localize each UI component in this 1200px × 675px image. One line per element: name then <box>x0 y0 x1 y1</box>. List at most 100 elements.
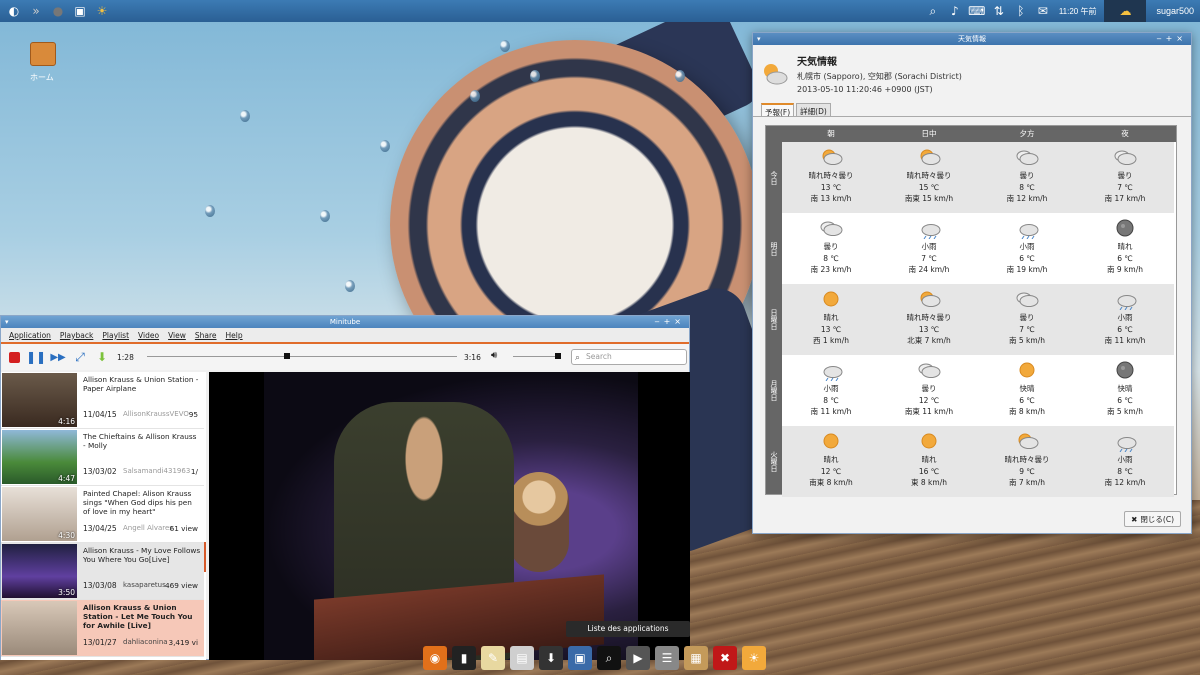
volume-handle[interactable] <box>555 353 561 359</box>
player-titlebar[interactable]: ▾ Minitube ‒+× <box>1 316 689 328</box>
firefox-icon[interactable]: ◉ <box>423 646 447 670</box>
search-input[interactable]: ⌕ Search <box>571 349 687 365</box>
menu-share[interactable]: Share <box>195 331 217 340</box>
video-frame <box>264 372 638 660</box>
menu-playback[interactable]: Playback <box>60 331 93 340</box>
dot-icon[interactable]: ● <box>50 3 66 19</box>
forecast-cell: 晴れ 16 ℃ 東 8 km/h <box>880 426 978 497</box>
menu-video[interactable]: Video <box>138 331 159 340</box>
volume-icon[interactable]: 🔊︎ <box>491 350 497 361</box>
playlist-item[interactable]: Allison Krauss & Union Station - Let Me … <box>1 600 206 657</box>
volume-slider[interactable] <box>513 353 561 359</box>
close-button-label: 閉じる(C) <box>1140 514 1174 524</box>
playlist-scrollbar[interactable] <box>204 372 206 660</box>
video-channel[interactable]: dahliaconina <box>123 638 168 646</box>
fullscreen-button[interactable]: ⤢ <box>73 350 87 364</box>
forecast-column-label: 朝 <box>827 129 835 138</box>
player-toolbar: ❚❚ ▶▶ ⤢ ⬇ 1:28 3:16 🔊︎ ⌕ Search <box>1 344 689 370</box>
window-controls[interactable]: ‒+× <box>1157 33 1188 45</box>
window-controls[interactable]: ‒+× <box>655 316 686 328</box>
home-folder-label[interactable]: ホーム <box>30 72 54 83</box>
download-icon[interactable]: ⬇ <box>539 646 563 670</box>
scrollbar-handle[interactable] <box>204 542 206 572</box>
stop-button[interactable] <box>7 350 21 364</box>
bluetooth-icon[interactable]: ᛒ <box>1013 3 1029 19</box>
video-views: 95 <box>188 410 198 419</box>
media-icon[interactable]: ▶ <box>626 646 650 670</box>
video-thumbnail[interactable]: 4:30 <box>2 487 77 541</box>
user-name[interactable]: sugar500 <box>1156 6 1194 16</box>
network-icon[interactable]: ⇅ <box>991 3 1007 19</box>
close-icon[interactable]: ✖ <box>713 646 737 670</box>
forecast-wind: 南 23 km/h <box>810 265 852 274</box>
video-thumbnail[interactable] <box>2 601 77 655</box>
forecast-temperature: 13 ℃ <box>820 182 842 192</box>
download-button[interactable]: ⬇ <box>95 350 109 364</box>
tab-details[interactable]: 詳細(D) <box>796 103 831 116</box>
seek-handle[interactable] <box>283 353 290 359</box>
home-folder-icon[interactable] <box>30 42 56 66</box>
forecast-wind: 南 13 km/h <box>810 194 852 203</box>
terminal-icon[interactable]: ▮ <box>452 646 476 670</box>
playlist-item[interactable]: 4:47 The Chieftains & Allison Krauss - Mo… <box>1 429 206 486</box>
volume-icon[interactable]: ♪ <box>947 3 963 19</box>
mail-icon[interactable]: ✉ <box>1035 3 1051 19</box>
weather-icon[interactable]: ☀ <box>742 646 766 670</box>
search-icon[interactable]: ⌕ <box>925 3 941 19</box>
forecast-column-label: 夜 <box>1121 129 1129 138</box>
skip-icon: ▶▶ <box>50 351 66 363</box>
forecast-wind: 南 11 km/h <box>1104 336 1146 345</box>
video-figure <box>509 472 569 572</box>
weather-icon[interactable]: ☀ <box>94 3 110 19</box>
video-channel[interactable]: AllisonKraussVEVO <box>123 410 189 418</box>
video-thumbnail[interactable]: 4:47 <box>2 430 77 484</box>
playlist-item[interactable]: 3:50 Allison Krauss - My Love Follows You… <box>1 543 206 600</box>
seek-slider[interactable] <box>147 353 457 359</box>
window-menu-icon[interactable]: ▾ <box>757 33 761 45</box>
tab-forecast[interactable]: 予報(F) <box>761 103 795 117</box>
keyboard-icon[interactable]: ⌨ <box>968 3 985 19</box>
forecast-temperature: 16 ℃ <box>918 466 940 476</box>
weather-indicator[interactable]: ☁ <box>1104 0 1147 22</box>
close-button[interactable]: ✖ 閉じる(C) <box>1124 511 1181 527</box>
video-duration: 4:16 <box>58 417 75 426</box>
video-thumbnail[interactable]: 4:16 <box>2 373 77 427</box>
menu-help[interactable]: Help <box>226 331 243 340</box>
menu-playlist[interactable]: Playlist <box>102 331 129 340</box>
window-menu-icon[interactable]: ▾ <box>5 316 9 328</box>
mixer-icon[interactable]: ☰ <box>655 646 679 670</box>
video-channel[interactable]: kasaparetus <box>123 581 166 589</box>
clock[interactable]: 11:20 午前 <box>1059 6 1097 17</box>
pause-button[interactable]: ❚❚ <box>26 350 46 364</box>
video-title: Allison Krauss & Union Station - Let Me … <box>83 603 193 630</box>
menu-logo-icon[interactable]: ◐ <box>6 3 22 19</box>
forecast-wind: 南 5 km/h <box>1009 336 1045 345</box>
forecast-day-label: 日曜日 <box>770 309 778 330</box>
image-viewer-icon[interactable]: ▣ <box>72 3 88 19</box>
forecast-condition: 晴れ <box>823 455 839 464</box>
weather-titlebar[interactable]: ▾ 天気情報 ‒+× <box>753 33 1191 45</box>
menu-view[interactable]: View <box>168 331 186 340</box>
playlist-item[interactable]: 4:16 Allison Krauss & Union Station - Pap… <box>1 372 206 429</box>
file-cabinet-icon[interactable]: ▤ <box>510 646 534 670</box>
forecast-cell: 晴れ時々曇り 13 ℃ 南 13 km/h <box>782 142 880 213</box>
cloudy-icon <box>820 221 843 236</box>
fast-forward-icon[interactable]: » <box>28 3 44 19</box>
skip-button[interactable]: ▶▶ <box>50 350 66 364</box>
playlist-item[interactable]: 4:30 Painted Chapel: Alison Krauss sings … <box>1 486 206 543</box>
package-icon[interactable]: ▦ <box>684 646 708 670</box>
video-channel[interactable]: Angell Alvares <box>123 524 173 532</box>
video-thumbnail[interactable]: 3:50 <box>2 544 77 598</box>
cloudy-icon <box>1016 292 1039 307</box>
video-channel[interactable]: Salsamandi431963 <box>123 467 190 475</box>
video-date: 13/03/02 <box>83 467 117 476</box>
dock-tooltip: Liste des applications <box>566 621 690 637</box>
menu-application[interactable]: Application <box>9 331 51 340</box>
forecast-wind: 北東 7 km/h <box>907 336 951 345</box>
search-icon[interactable]: ⌕ <box>597 646 621 670</box>
forecast-cell: 快晴 6 ℃ 南 8 km/h <box>978 355 1076 426</box>
video-area[interactable] <box>209 372 690 660</box>
sun-icon <box>921 433 937 449</box>
screenshot-icon[interactable]: ▣ <box>568 646 592 670</box>
text-editor-icon[interactable]: ✎ <box>481 646 505 670</box>
